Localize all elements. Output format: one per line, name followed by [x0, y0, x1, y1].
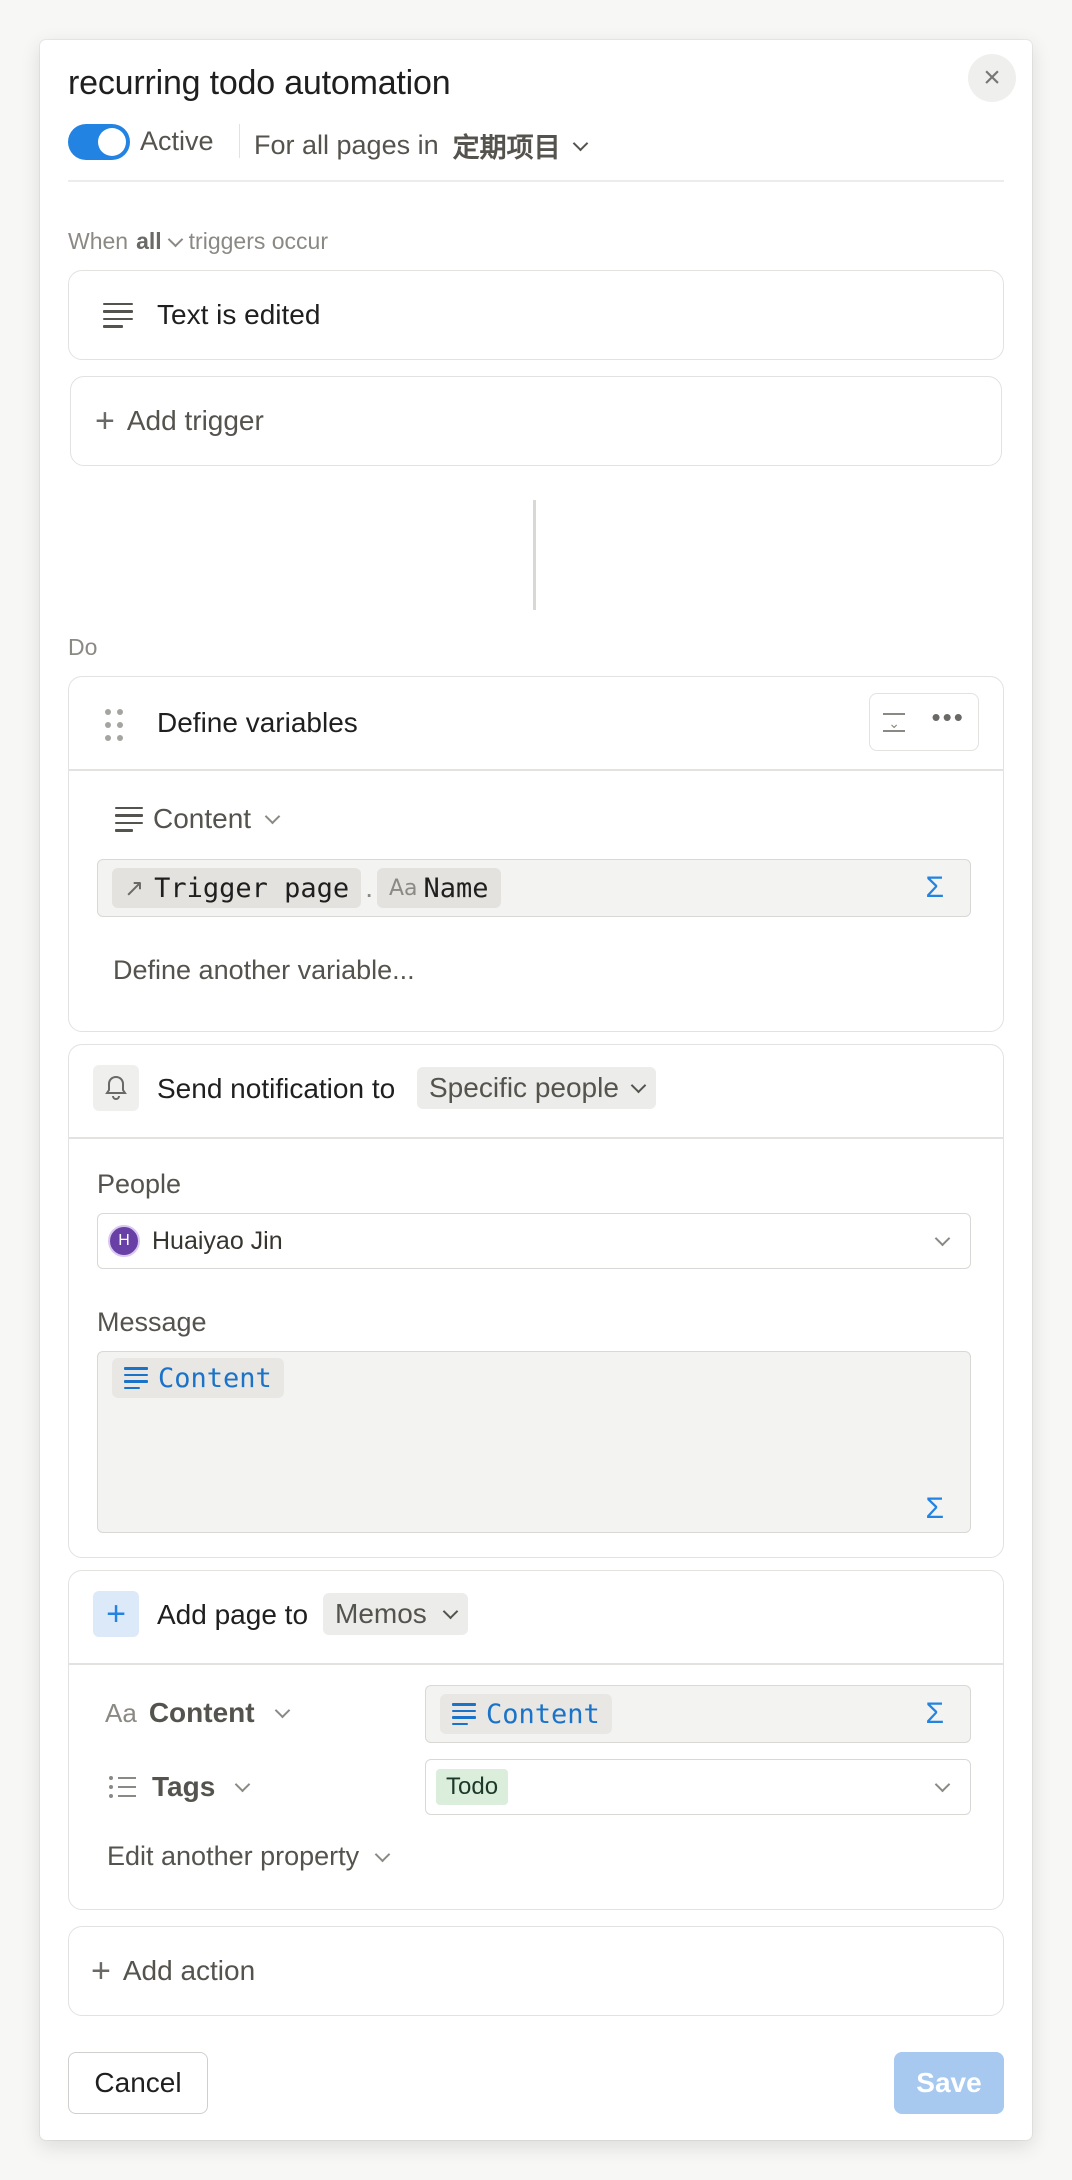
define-variables-title: Define variables	[157, 707, 358, 738]
automation-dialog: recurring todo automation × Active For a…	[40, 40, 1032, 2140]
chevron-down-icon	[934, 1776, 951, 1793]
add-action-button[interactable]: + Add action	[68, 1926, 1004, 2016]
people-select[interactable]: H Huaiyao Jin	[97, 1213, 971, 1269]
property-name: Content	[148, 1697, 255, 1728]
more-options-icon[interactable]: •••	[932, 702, 965, 733]
chevron-down-icon	[374, 1846, 391, 1862]
chevron-down-icon	[572, 135, 588, 151]
chevron-down-icon	[264, 808, 281, 825]
add-page-target-selector[interactable]: Memos	[323, 1593, 468, 1635]
save-button[interactable]: Save	[894, 2052, 1004, 2114]
message-token: Content	[158, 1362, 272, 1394]
edit-another-property-button[interactable]: Edit another property	[107, 1841, 391, 1872]
content-variable-pill[interactable]: Content	[440, 1694, 612, 1734]
bell-icon	[93, 1065, 139, 1111]
arrow-up-right-icon: ↗	[124, 874, 145, 902]
trigger-card[interactable]: Text is edited	[68, 270, 1004, 360]
notification-target-selector[interactable]: Specific people	[417, 1067, 656, 1109]
trigger-label: Text is edited	[157, 299, 321, 330]
property-content-value-input[interactable]: Content Σ	[425, 1685, 971, 1743]
divider	[69, 1137, 1003, 1139]
add-trigger-button[interactable]: + Add trigger	[70, 376, 1002, 466]
define-variables-card: Define variables ⌄ ••• Content ↗ Trigger…	[68, 676, 1004, 1032]
add-page-title: Add page to	[157, 1599, 309, 1630]
chevron-down-icon	[934, 1230, 951, 1247]
active-label: Active	[140, 126, 214, 156]
send-notification-title: Send notification to	[157, 1073, 396, 1104]
pill-source: Trigger page	[154, 872, 350, 904]
trigger-mode-selector[interactable]: all	[136, 228, 183, 255]
text-type-icon: Aa	[105, 1697, 137, 1728]
plus-icon: +	[91, 1951, 111, 1990]
formula-sigma-icon[interactable]: Σ	[925, 1697, 944, 1731]
edit-another-property-label: Edit another property	[107, 1841, 360, 1871]
variable-formula-input[interactable]: ↗ Trigger page . Aa Name Σ	[97, 859, 971, 917]
flow-connector	[533, 500, 536, 610]
cancel-button[interactable]: Cancel	[68, 2052, 208, 2114]
text-icon	[124, 1367, 148, 1389]
property-tags-value-select[interactable]: Todo	[425, 1759, 971, 1815]
send-notification-card: Send notification to Specific people Peo…	[68, 1044, 1004, 1558]
active-toggle[interactable]	[68, 124, 130, 160]
scope-selector[interactable]: For all pages in 定期项目	[254, 126, 588, 165]
trigger-mode-label: When all triggers occur	[68, 228, 328, 255]
chevron-down-icon	[442, 1603, 459, 1620]
add-action-label: Add action	[122, 1955, 256, 1986]
people-label: People	[97, 1169, 182, 1199]
close-button[interactable]: ×	[968, 54, 1016, 102]
notification-target: Specific people	[429, 1072, 619, 1103]
message-label: Message	[97, 1307, 207, 1337]
text-icon	[115, 806, 143, 832]
property-tags-selector[interactable]: Tags	[109, 1759, 251, 1815]
collapse-icon[interactable]: ⌄	[883, 712, 906, 732]
variable-name: Content	[153, 803, 252, 834]
trigger-page-pill[interactable]: ↗ Trigger page	[112, 868, 362, 908]
name-property-pill[interactable]: Aa Name	[376, 868, 501, 908]
property-content-selector[interactable]: Aa Content	[105, 1685, 290, 1741]
text-type-icon: Aa	[388, 875, 418, 901]
add-page-target: Memos	[335, 1598, 427, 1629]
dialog-title[interactable]: recurring todo automation	[68, 64, 451, 103]
divider	[69, 1663, 1003, 1665]
variable-name-selector[interactable]: Content	[115, 803, 281, 835]
formula-sigma-icon[interactable]: Σ	[925, 871, 944, 905]
do-label: Do	[68, 634, 98, 660]
pill-property: Name	[423, 872, 489, 904]
scope-text: For all pages in	[254, 130, 439, 160]
chevron-down-icon	[630, 1077, 647, 1094]
add-page-card: + Add page to Memos Aa Content Content Σ	[68, 1570, 1004, 1910]
divider	[69, 769, 1003, 771]
person-name: Huaiyao Jin	[152, 1226, 283, 1255]
add-trigger-label: Add trigger	[126, 405, 264, 436]
message-input[interactable]: Content Σ	[97, 1351, 971, 1533]
list-icon	[109, 1776, 136, 1798]
text-icon	[452, 1703, 476, 1725]
plus-icon: +	[93, 1591, 139, 1637]
action-toolbar: ⌄ •••	[869, 693, 979, 751]
divider	[239, 124, 240, 158]
close-icon: ×	[983, 61, 1001, 94]
plus-icon: +	[95, 401, 115, 440]
divider	[68, 180, 1004, 182]
chevron-down-icon	[274, 1702, 290, 1719]
drag-handle-icon[interactable]	[105, 709, 123, 741]
content-variable-pill[interactable]: Content	[112, 1358, 284, 1398]
property-value-token: Content	[486, 1698, 600, 1730]
dot-separator: .	[365, 872, 373, 903]
text-icon	[103, 302, 133, 328]
avatar: H	[108, 1225, 140, 1257]
tag-todo[interactable]: Todo	[436, 1769, 509, 1805]
property-name: Tags	[152, 1771, 216, 1802]
formula-sigma-icon[interactable]: Σ	[925, 1492, 944, 1526]
chevron-down-icon	[235, 1776, 251, 1793]
define-another-variable-button[interactable]: Define another variable...	[113, 955, 415, 986]
chevron-down-icon	[167, 231, 183, 247]
database-name: 定期项目	[452, 133, 561, 163]
